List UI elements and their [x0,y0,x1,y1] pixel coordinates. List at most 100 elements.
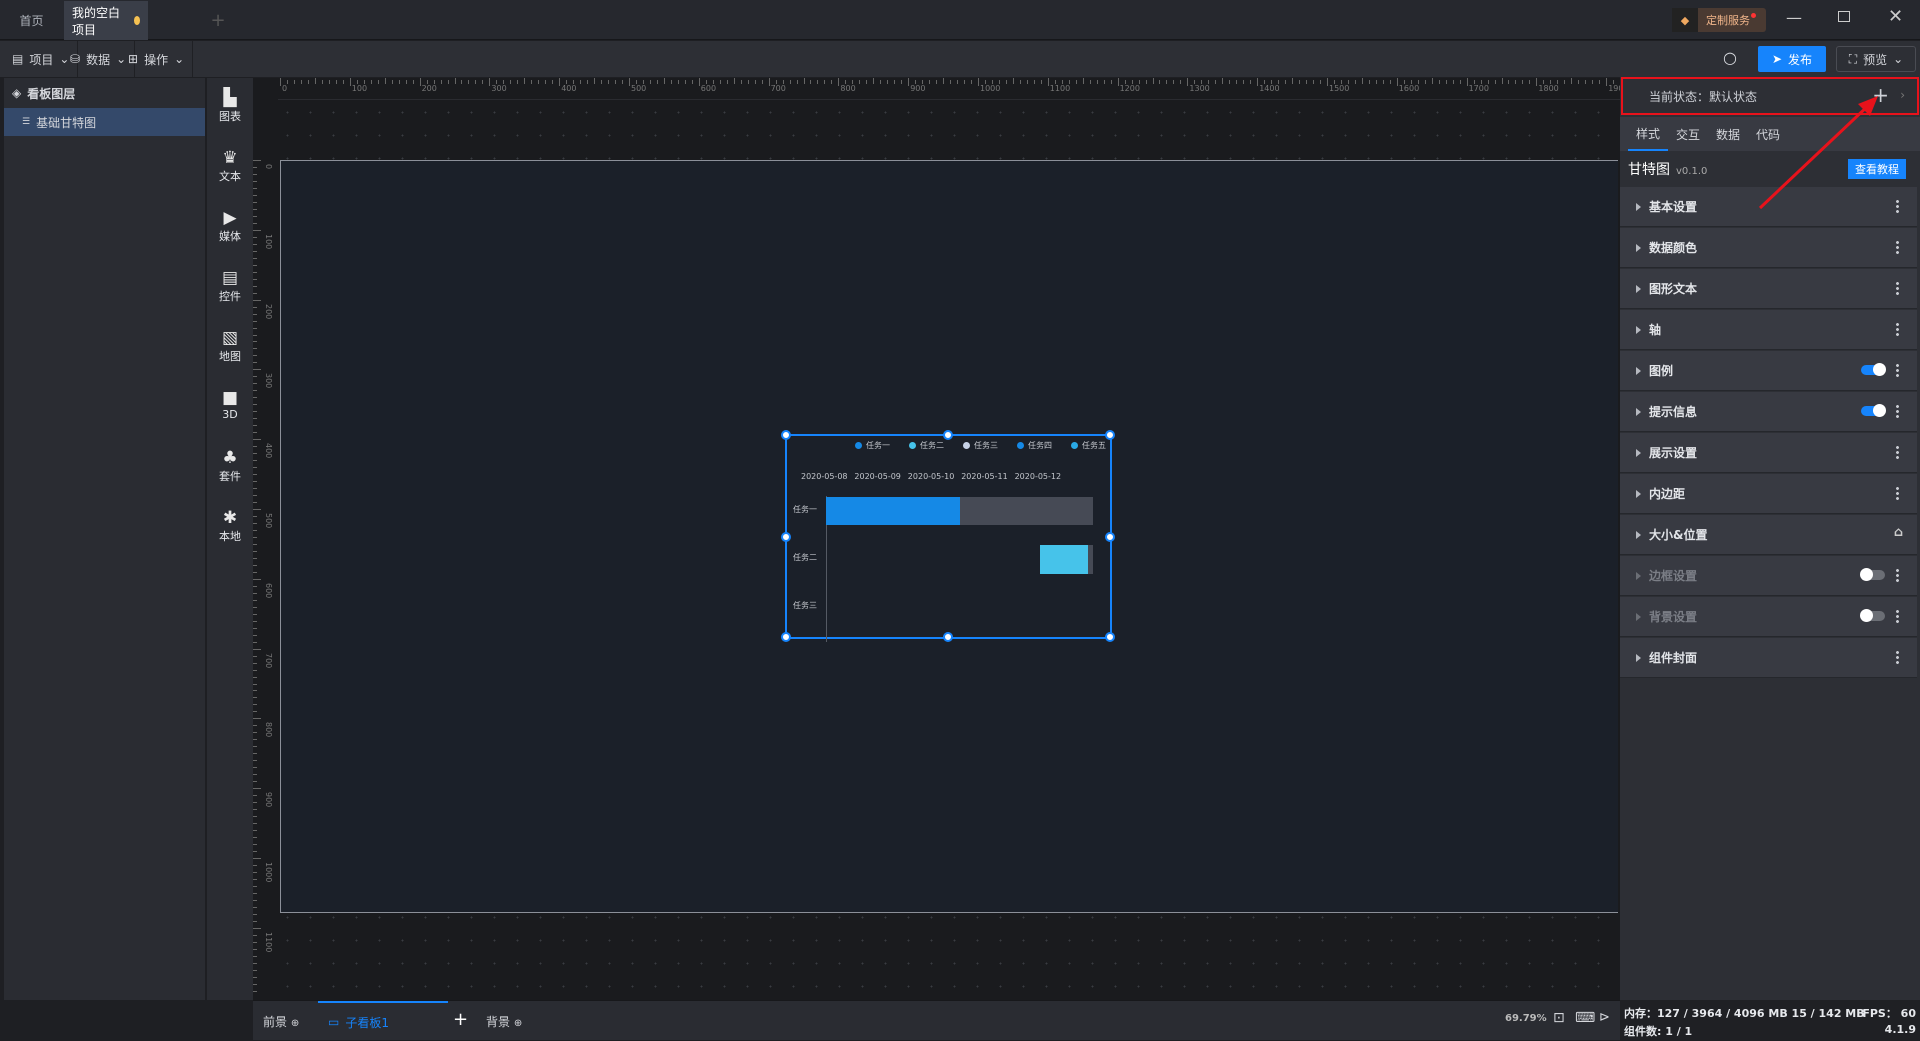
more-icon[interactable] [1896,199,1899,214]
resize-handle[interactable] [781,532,791,542]
preview-button[interactable]: ⛶ 预览 ⌄ [1836,46,1916,72]
resize-handle[interactable] [943,430,953,440]
toggle-switch[interactable] [1860,609,1885,622]
ruler-tick [1054,80,1056,84]
tab-data[interactable]: 数据 [1708,117,1748,151]
ruler-tick [803,78,805,84]
component-chart[interactable]: ▙ 图表 [207,88,253,124]
ruler-tick [391,80,393,84]
component-text[interactable]: ♛ 文本 [207,148,253,184]
close-icon[interactable]: ✕ [1888,6,1903,27]
ruler-tick [1005,80,1007,84]
chevron-down-icon: ⌄ [174,52,185,66]
section-10[interactable]: 背景设置 [1620,597,1917,637]
component-kit[interactable]: ♣ 套件 [207,448,253,484]
tab-home[interactable]: 首页 [0,1,63,40]
legend-item[interactable]: 任务一 [855,440,890,451]
minimize-icon[interactable]: — [1786,8,1802,27]
menu-operation[interactable]: ⊞ 操作 ⌄ [120,41,194,77]
legend-item[interactable]: 任务三 [963,440,998,451]
section-9[interactable]: 边框设置 [1620,556,1917,596]
new-tab-button[interactable]: + [206,1,230,40]
gantt-bar-progress[interactable] [1039,545,1088,574]
sub-board-tab[interactable]: ▭ 子看板1 [318,1001,448,1041]
keyboard-icon[interactable]: ⌨ [1575,1010,1595,1026]
ruler-tick [496,80,498,84]
ruler-tick [253,397,257,399]
toggle-switch[interactable] [1861,404,1886,417]
section-label: 大小&位置 [1649,528,1708,542]
add-circle-icon[interactable]: ⊕ [514,1018,522,1029]
search-icon[interactable]: ○ [1723,48,1737,67]
fit-screen-icon[interactable]: ⊡ [1553,1010,1565,1026]
layer-item[interactable]: ☰ 基础甘特图 [4,108,205,136]
gantt-bar-progress[interactable] [826,497,960,525]
more-icon[interactable] [1896,363,1899,378]
more-icon[interactable] [1896,281,1899,296]
custom-service-button[interactable]: ◆ 定制服务 [1672,8,1766,32]
ruler-tick [1522,80,1524,84]
zoom-level[interactable]: 69.79% [1505,1013,1547,1024]
section-7[interactable]: 内边距 [1620,474,1917,514]
component-local[interactable]: ✱ 本地 [207,508,253,544]
resize-handle[interactable] [1105,632,1115,642]
section-label: 内边距 [1649,487,1686,501]
resize-handle[interactable] [1105,532,1115,542]
publish-button[interactable]: ➤ 发布 [1758,46,1826,72]
ruler-tick [253,320,257,322]
section-3[interactable]: 轴 [1620,310,1917,350]
tab-interaction[interactable]: 交互 [1668,117,1708,151]
ruler-tick [253,627,257,629]
ruler-tick [253,704,257,706]
legend-item[interactable]: 任务四 [1017,440,1052,451]
resize-handle[interactable] [1105,430,1115,440]
section-11[interactable]: 组件封面 [1620,638,1917,678]
section-8[interactable]: 大小&位置 ⌂ [1620,515,1917,555]
chevron-right-icon[interactable]: › [1900,88,1905,102]
ruler-tick [698,78,700,86]
add-board-button[interactable]: + [453,1009,468,1030]
more-icon[interactable] [1896,650,1899,665]
resize-handle[interactable] [781,430,791,440]
more-icon[interactable] [1896,609,1899,624]
ruler-tick [1047,78,1049,86]
ruler-tick [552,80,554,84]
gantt-chart[interactable]: 任务一 任务二 任务三 任务四 任务五 2020-05-08 2020-05-09 2020… [781,430,1115,642]
resize-handle[interactable] [781,632,791,642]
section-4[interactable]: 图例 [1620,351,1917,391]
background-tab[interactable]: 背景 ⊕ [486,1013,522,1030]
section-6[interactable]: 展示设置 [1620,433,1917,473]
section-1[interactable]: 数据颜色 [1620,228,1917,268]
section-2[interactable]: 图形文本 [1620,269,1917,309]
component-3d[interactable]: ■ 3D [207,388,253,421]
component-map[interactable]: ▧ 地图 [207,328,253,364]
add-circle-icon[interactable]: ⊕ [291,1018,299,1029]
more-icon[interactable] [1896,486,1899,501]
tab-style[interactable]: 样式 [1628,117,1668,151]
section-label: 图形文本 [1649,282,1698,296]
toggle-switch[interactable] [1861,363,1886,376]
resize-handle[interactable] [943,632,953,642]
foreground-tab[interactable]: 前景 ⊕ [263,1013,299,1030]
terminal-icon[interactable]: ⊳ [1599,1010,1610,1025]
component-control[interactable]: ▤ 控件 [207,268,253,304]
restore-icon[interactable] [1838,11,1850,22]
lock-icon[interactable]: ⌂ [1894,525,1903,540]
x-tick-label: 2020-05-10 [907,472,955,481]
more-icon[interactable] [1896,445,1899,460]
tab-project[interactable]: 我的空白项目 [64,1,148,40]
ruler-tick [253,620,257,622]
toggle-switch[interactable] [1860,568,1885,581]
section-5[interactable]: 提示信息 [1620,392,1917,432]
legend-item[interactable]: 任务二 [909,440,944,451]
more-icon[interactable] [1896,240,1899,255]
gantt-icon: ☰ [22,117,31,127]
component-media[interactable]: ▶ 媒体 [207,208,253,244]
ruler-tick [253,215,257,217]
more-icon[interactable] [1896,322,1899,337]
more-icon[interactable] [1896,404,1899,419]
legend-item[interactable]: 任务五 [1071,440,1106,451]
ruler-tick [1320,80,1322,84]
ruler-tick [253,927,261,929]
more-icon[interactable] [1896,568,1899,583]
